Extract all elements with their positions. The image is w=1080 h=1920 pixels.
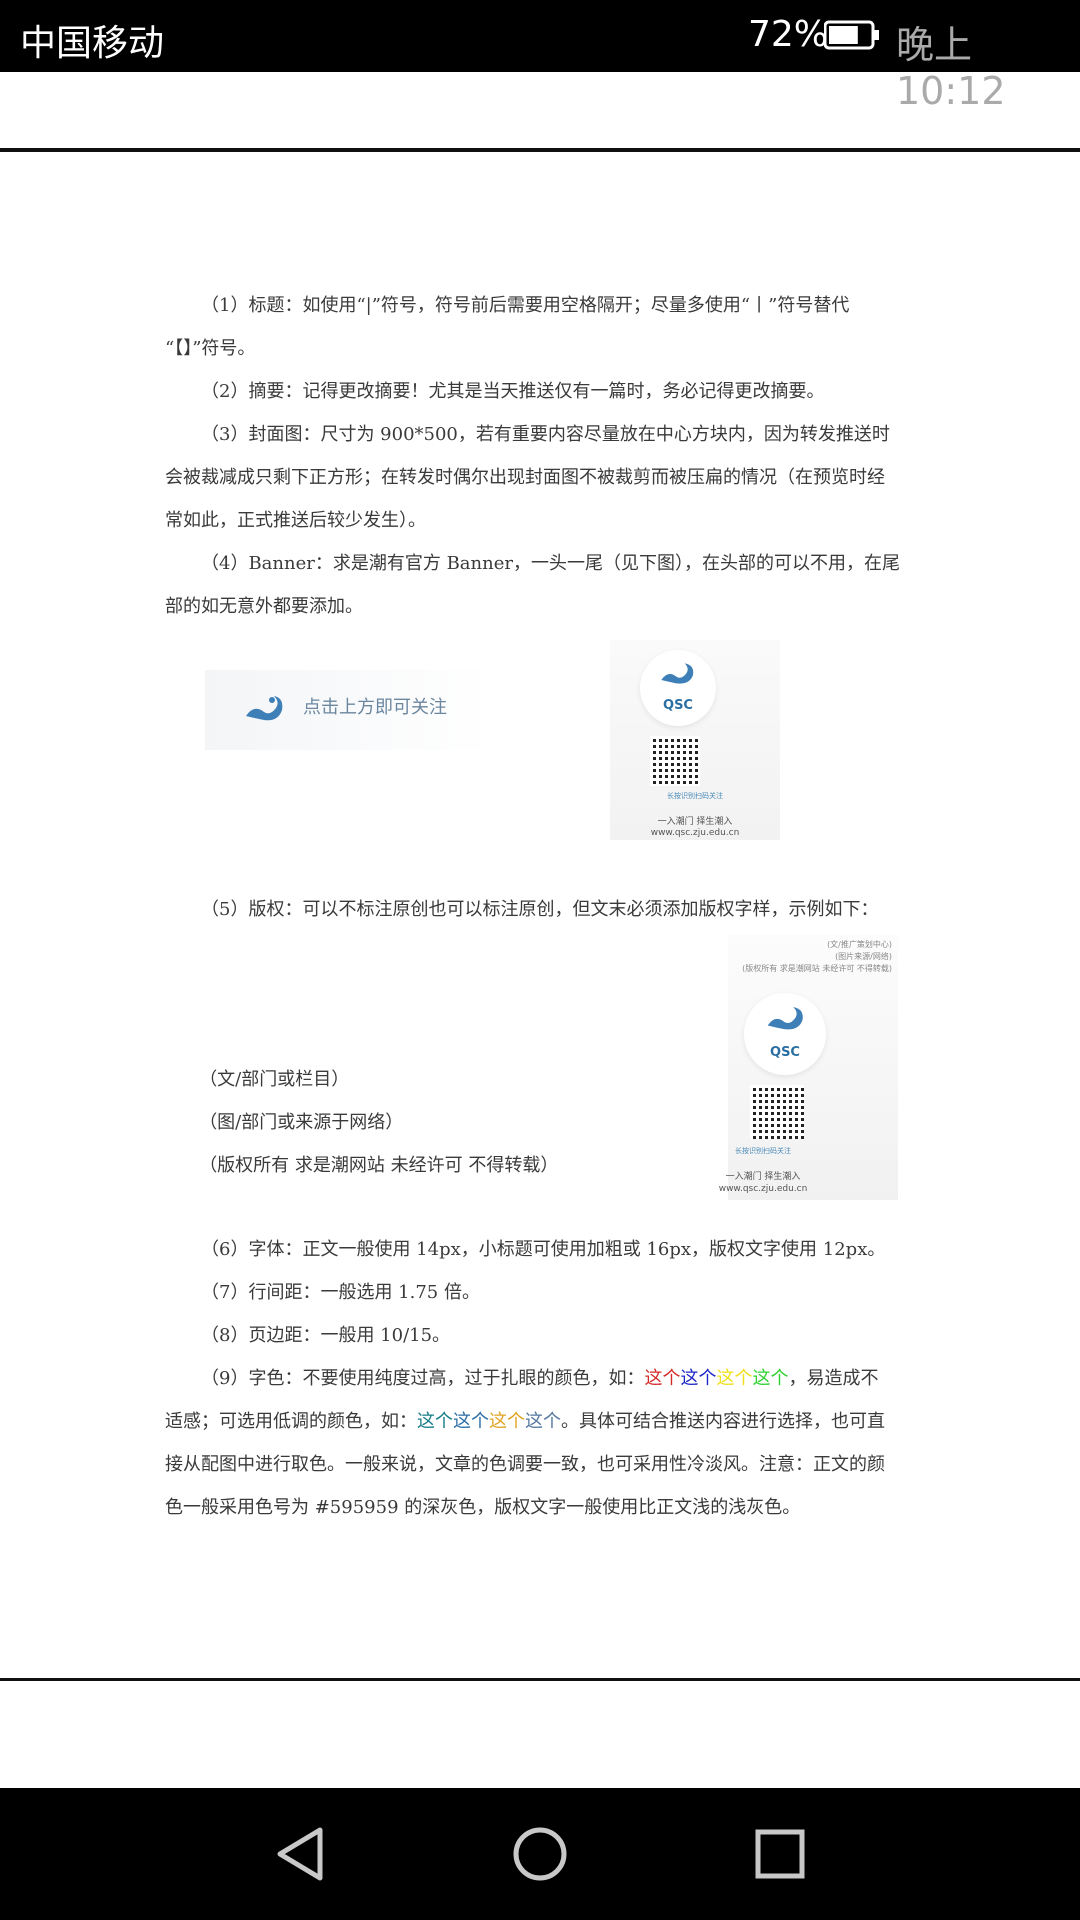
credit-line-rights: (版权所有 求是潮网站 未经许可 不得转载) bbox=[742, 964, 892, 973]
document-body[interactable]: （1）标题：如使用“|”符号，符号前后需要用空格隔开；尽量多使用“丨”符号替代 … bbox=[165, 284, 920, 628]
harsh-color-sample-blue: 这个 bbox=[680, 1368, 717, 1389]
paragraph-title: （1）标题：如使用“|”符号，符号前后需要用空格隔开；尽量多使用“丨”符号替代 bbox=[201, 295, 850, 316]
color-text: ，易造成不 bbox=[788, 1368, 879, 1389]
carrier-name: 中国移动 bbox=[20, 23, 165, 64]
qsc-logo-text: QSC bbox=[770, 1045, 800, 1060]
qr-url: www.qsc.zju.edu.cn bbox=[650, 828, 740, 838]
banner-images: 点击上方即可关注 QSC 长按识别扫码关注 一入潮门 择生潮入 www.qsc.… bbox=[205, 640, 785, 845]
qsc-logo-badge: QSC bbox=[640, 650, 716, 726]
paragraph-color-cont1: 适感；可选用低调的颜色，如：这个这个这个这个。具体可结合推送内容进行选择，也可直 bbox=[165, 1400, 920, 1443]
page-top-border bbox=[0, 148, 1080, 152]
color-text: （9）字色：不要使用纯度过高，过于扎眼的颜色，如： bbox=[201, 1368, 645, 1389]
soft-color-sample-steel: 这个 bbox=[453, 1411, 489, 1432]
qr-slogan: 一入潮门 择生潮入 bbox=[725, 1172, 801, 1182]
paragraph-title-cont: “【】”符号。 bbox=[165, 338, 256, 359]
qsc-logo-badge: QSC bbox=[744, 993, 826, 1075]
harsh-color-sample-red: 这个 bbox=[644, 1368, 681, 1389]
color-text: 。具体可结合推送内容进行选择，也可直 bbox=[561, 1411, 885, 1432]
paragraph-cover: （3）封面图：尺寸为 900*500，若有重要内容尽量放在中心方块内，因为转发推… bbox=[201, 424, 890, 445]
status-bar: 中国移动 72% 晚上10:12 bbox=[0, 0, 1080, 113]
battery-percent: 72% bbox=[748, 14, 829, 55]
back-triangle-icon[interactable] bbox=[270, 1822, 334, 1886]
paragraph-cover-cont1: 会被裁减成只剩下正方形；在转发时偶尔出现封面图不被裁剪而被压扁的情况（在预览时经 bbox=[165, 467, 885, 488]
soft-color-sample-gold: 这个 bbox=[489, 1411, 525, 1432]
paragraph-banner-cont: 部的如无意外都要添加。 bbox=[165, 596, 363, 617]
sample-line-text: （文/部门或栏目） bbox=[199, 1069, 350, 1090]
paragraph-font: （6）字体：正文一般使用 14px，小标题可使用加粗或 16px，版权文字使用 … bbox=[201, 1239, 886, 1260]
copyright-sample-lines[interactable]: （文/部门或栏目） （图/部门或来源于网络） （版权所有 求是潮网站 未经许可 … bbox=[165, 1058, 645, 1187]
qsc-wave-logo-icon bbox=[246, 696, 283, 721]
harsh-color-sample-yellow: 这个 bbox=[716, 1368, 753, 1389]
paragraph-line-spacing: （7）行间距：一般选用 1.75 倍。 bbox=[201, 1282, 480, 1303]
qsc-wave-logo-icon bbox=[767, 1007, 803, 1030]
clock: 晚上10:12 bbox=[896, 23, 1006, 113]
credit-line-image: (图片来源/网络) bbox=[835, 952, 892, 961]
sample-line-image: （图/部门或来源于网络） bbox=[199, 1112, 404, 1133]
soft-color-sample-teal: 这个 bbox=[417, 1411, 453, 1432]
paragraph-copyright: （5）版权：可以不标注原创也可以标注原创，但文末必须添加版权字样，示例如下： bbox=[201, 899, 879, 920]
document-body-copyright[interactable]: （5）版权：可以不标注原创也可以标注原创，但文末必须添加版权字样，示例如下： bbox=[165, 888, 920, 931]
qr-caption: 长按识别扫码关注 bbox=[667, 792, 723, 800]
tail-banner-image: QSC 长按识别扫码关注 一入潮门 择生潮入 www.qsc.zju.edu.c… bbox=[610, 640, 780, 840]
credit-line-text: (文/推广策划中心) bbox=[827, 940, 892, 949]
qr-url: www.qsc.zju.edu.cn bbox=[718, 1184, 808, 1194]
credit-lines: (文/推广策划中心) (图片来源/网络) (版权所有 求是潮网站 未经许可 不得… bbox=[742, 939, 892, 975]
paragraph-margin: （8）页边距：一般用 10/15。 bbox=[201, 1325, 451, 1346]
qsc-wave-logo-icon bbox=[661, 663, 694, 684]
home-circle-icon[interactable] bbox=[508, 1822, 572, 1886]
battery-icon bbox=[824, 20, 879, 50]
qr-code-image bbox=[650, 736, 700, 786]
paragraph-color-cont3: 色一般采用色号为 #595959 的深灰色，版权文字一般使用比正文浅的浅灰色。 bbox=[165, 1497, 801, 1518]
paragraph-color: （9）字色：不要使用纯度过高，过于扎眼的颜色，如：这个这个这个这个，易造成不 bbox=[165, 1357, 920, 1400]
page-bottom-border bbox=[0, 1678, 1080, 1681]
harsh-color-sample-green: 这个 bbox=[752, 1368, 789, 1389]
qr-caption: 长按识别扫码关注 bbox=[735, 1147, 791, 1155]
paragraph-summary: （2）摘要：记得更改摘要！尤其是当天推送仅有一篇时，务必记得更改摘要。 bbox=[201, 381, 825, 402]
soft-color-sample-grayblue: 这个 bbox=[525, 1411, 561, 1432]
paragraph-color-cont2: 接从配图中进行取色。一般来说，文章的色调要一致，也可采用性冷淡风。注意：正文的颜 bbox=[165, 1454, 885, 1475]
follow-banner-text: 点击上方即可关注 bbox=[303, 697, 447, 718]
paragraph-cover-cont2: 常如此，正式推送后较少发生）。 bbox=[165, 510, 426, 531]
copyright-example-image: (文/推广策划中心) (图片来源/网络) (版权所有 求是潮网站 未经许可 不得… bbox=[719, 935, 898, 1200]
recents-square-icon[interactable] bbox=[748, 1822, 812, 1886]
qr-code-image bbox=[750, 1085, 804, 1139]
color-text: 适感；可选用低调的颜色，如： bbox=[165, 1411, 417, 1432]
paragraph-banner: （4）Banner：求是潮有官方 Banner，一头一尾（见下图），在头部的可以… bbox=[201, 553, 900, 574]
head-banner-image: 点击上方即可关注 bbox=[205, 670, 495, 750]
document-body-rest[interactable]: （6）字体：正文一般使用 14px，小标题可使用加粗或 16px，版权文字使用 … bbox=[165, 1228, 920, 1529]
qsc-logo-text: QSC bbox=[663, 698, 693, 713]
sample-line-rights: （版权所有 求是潮网站 未经许可 不得转载） bbox=[199, 1155, 559, 1176]
navigation-bar bbox=[0, 1788, 1080, 1920]
